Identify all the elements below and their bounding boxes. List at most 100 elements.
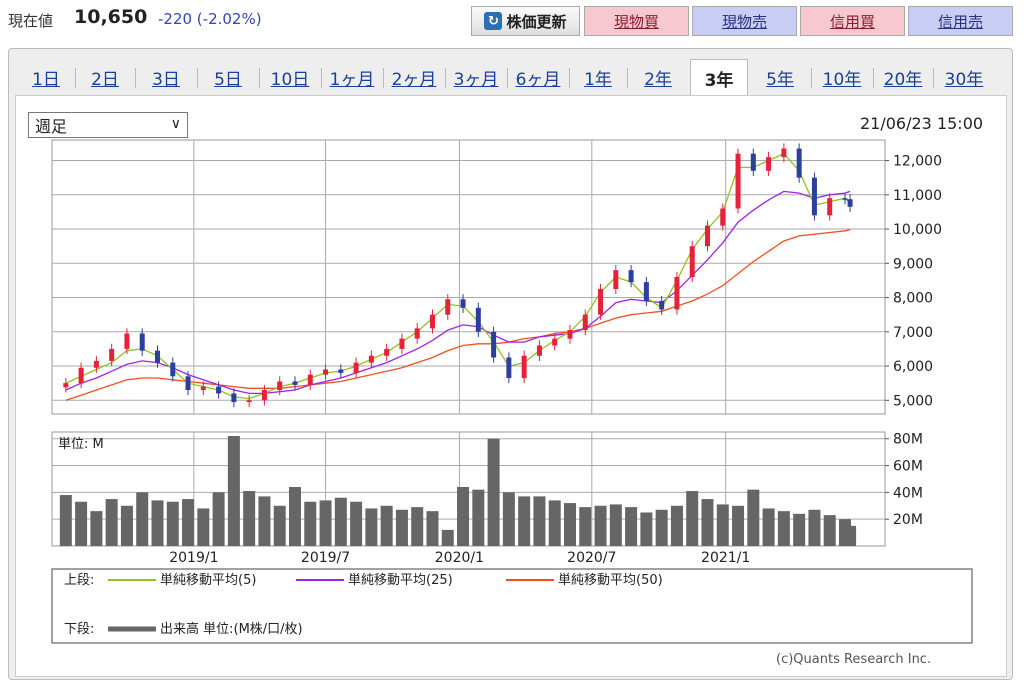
candle-body xyxy=(246,400,252,403)
volume-bar xyxy=(823,515,836,546)
volume-bar xyxy=(243,491,256,546)
candle-body xyxy=(536,345,542,356)
candle-body xyxy=(689,246,695,277)
volume-bar xyxy=(594,505,607,546)
candle-body xyxy=(552,338,558,346)
volume-bar xyxy=(747,489,760,546)
volume-bar xyxy=(533,496,546,546)
candle-body xyxy=(154,350,160,363)
candle-body xyxy=(567,330,573,339)
candle-body xyxy=(200,386,206,391)
candle-body xyxy=(139,333,145,351)
volume-bar xyxy=(75,501,88,546)
candle-body xyxy=(491,331,497,358)
candle-body xyxy=(475,307,481,332)
candle-body xyxy=(323,369,329,375)
legend-lower-label: 下段: xyxy=(64,622,94,637)
volume-bar xyxy=(625,507,638,546)
price-tick-label: 12,000 xyxy=(893,154,942,170)
candle-body xyxy=(216,386,222,394)
candle-body xyxy=(704,225,710,247)
volume-bar xyxy=(304,501,317,546)
volume-bar xyxy=(502,492,515,546)
volume-bar xyxy=(762,508,775,546)
candle-body xyxy=(781,148,787,158)
candle-body xyxy=(429,314,435,329)
candle-body xyxy=(414,328,420,339)
price-axis-ticks: 12,000 11,000 10,000 9,000 8,000 7,000 6,000 5,… xyxy=(885,154,942,409)
volume-bar xyxy=(716,504,729,546)
price-tick-label: 10,000 xyxy=(893,222,942,238)
volume-bar xyxy=(487,438,500,546)
candle-body xyxy=(460,299,466,308)
candle-body xyxy=(292,381,298,385)
legend-ma50: 単純移動平均(50) xyxy=(558,572,663,588)
price-tick-label: 7,000 xyxy=(893,325,933,341)
x-axis-ticks: 2019/1 2019/7 2020/1 2020/7 2021/1 xyxy=(169,550,750,566)
candle-body xyxy=(643,282,649,301)
candle-body xyxy=(735,153,741,209)
volume-bar xyxy=(670,505,683,546)
x-tick-label: 2019/7 xyxy=(301,550,350,566)
volume-bar xyxy=(640,512,653,546)
candle-body xyxy=(720,208,726,226)
candle-body xyxy=(384,348,390,356)
x-tick-label: 2019/1 xyxy=(169,550,218,566)
volume-bar xyxy=(472,489,485,546)
candle-body xyxy=(842,198,848,200)
stock-chart-svg: 12,000 11,000 10,000 9,000 8,000 7,000 6,000 5,… xyxy=(51,139,973,644)
candle-body xyxy=(582,314,588,331)
volume-bar xyxy=(258,496,271,546)
volume-bar xyxy=(441,529,454,546)
x-tick-label: 2020/7 xyxy=(567,550,616,566)
candle-body xyxy=(368,355,374,363)
volume-bar xyxy=(395,509,408,546)
legend-ma25: 単純移動平均(25) xyxy=(348,572,453,588)
volume-bar xyxy=(609,504,622,546)
volume-tick-label: 80M xyxy=(893,432,923,448)
volume-bar xyxy=(808,509,821,546)
candle-body xyxy=(674,277,680,310)
candle-body xyxy=(613,270,619,289)
volume-bar xyxy=(212,492,225,546)
candle-body xyxy=(277,381,283,391)
price-tick-label: 5,000 xyxy=(893,393,933,409)
volume-bar xyxy=(334,497,347,546)
legend-ma5: 単純移動平均(5) xyxy=(160,572,256,588)
candle-body xyxy=(598,288,604,315)
volume-tick-label: 40M xyxy=(893,485,923,501)
candle-body xyxy=(261,390,267,401)
x-tick-label: 2021/1 xyxy=(701,550,750,566)
volume-bar xyxy=(655,509,668,546)
candle-body xyxy=(827,198,833,216)
candle-body xyxy=(78,367,84,384)
x-tick-label: 2020/1 xyxy=(435,550,484,566)
volume-bar xyxy=(105,499,118,546)
candle-body xyxy=(811,177,817,216)
candle-body xyxy=(750,153,756,171)
volume-bar xyxy=(457,486,470,546)
volume-axis-ticks: 80M 60M 40M 20M xyxy=(885,432,923,528)
candle-body xyxy=(353,362,359,373)
volume-bar xyxy=(288,486,301,546)
volume-bar xyxy=(411,507,424,546)
volume-bar xyxy=(197,508,210,546)
copyright: (c)Quants Research Inc. xyxy=(776,652,932,667)
volume-bar xyxy=(426,511,439,546)
volume-bar xyxy=(273,505,286,546)
candle-body xyxy=(124,333,130,349)
candle-body xyxy=(766,157,772,171)
volume-bar xyxy=(59,495,72,546)
volume-tick-label: 20M xyxy=(893,512,923,528)
candle-body xyxy=(847,199,853,207)
volume-unit-label: 単位: M xyxy=(58,436,104,452)
volume-bar xyxy=(732,505,745,546)
candle-body xyxy=(521,355,527,379)
candle-body xyxy=(338,369,344,373)
candle-body xyxy=(185,376,191,391)
price-tick-label: 8,000 xyxy=(893,291,933,307)
price-tick-label: 9,000 xyxy=(893,256,933,272)
legend-upper-label: 上段: xyxy=(64,573,94,588)
volume-bar xyxy=(151,500,164,546)
candle-body xyxy=(659,300,665,310)
